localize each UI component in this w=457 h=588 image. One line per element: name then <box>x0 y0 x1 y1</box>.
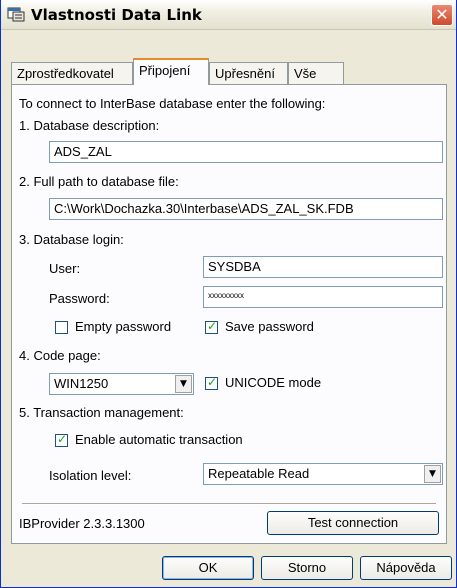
window-title: Vlastnosti Data Link <box>31 6 202 24</box>
title-bar[interactable]: Vlastnosti Data Link ✕ <box>1 0 456 30</box>
data-link-icon <box>7 7 25 22</box>
separator <box>22 503 436 505</box>
close-icon: ✕ <box>435 5 449 24</box>
codepage-value: WIN1250 <box>54 376 109 391</box>
unicode-checkbox[interactable]: ✓ <box>205 375 218 390</box>
path-input[interactable]: C:\Work\Dochazka.30\Interbase\ADS_ZAL_SK… <box>49 198 443 220</box>
path-label: 2. Full path to database file: <box>19 174 179 189</box>
empty-password-checkbox[interactable] <box>55 321 68 334</box>
tab-label: Upřesnění <box>215 66 275 81</box>
user-label: User: <box>49 261 81 276</box>
empty-password-label: Empty password <box>75 319 172 334</box>
help-button[interactable]: Nápověda <box>360 556 452 580</box>
intro-text: To connect to InterBase database enter t… <box>19 96 326 111</box>
ok-button[interactable]: OK <box>162 556 254 580</box>
cancel-button[interactable]: Storno <box>261 556 353 580</box>
chevron-down-icon[interactable]: ▼ <box>175 375 192 393</box>
tab-zprostredkovatel[interactable]: Zprostředkovatel <box>11 62 133 84</box>
provider-version: IBProvider 2.3.3.1300 <box>19 516 145 531</box>
unicode-label: UNICODE mode <box>225 375 322 390</box>
isolation-select[interactable]: Repeatable Read ▼ <box>203 463 443 485</box>
test-connection-button[interactable]: Test connection <box>267 511 439 535</box>
tab-pripojeni[interactable]: Připojení <box>133 58 209 85</box>
password-label: Password: <box>49 291 110 306</box>
codepage-select[interactable]: WIN1250 ▼ <box>49 373 194 395</box>
check-icon: ✓ <box>57 432 68 446</box>
tab-vse[interactable]: Vše <box>288 62 344 84</box>
user-input[interactable]: SYSDBA <box>203 256 443 278</box>
chevron-down-icon[interactable]: ▼ <box>424 465 441 483</box>
transaction-label: 5. Transaction management: <box>19 405 184 420</box>
tab-label: Vše <box>294 66 317 81</box>
check-icon: ✓ <box>207 375 218 389</box>
auto-transaction-label: Enable automatic transaction <box>75 432 243 447</box>
description-input[interactable]: ADS_ZAL <box>49 141 443 163</box>
check-icon: ✓ <box>207 319 218 333</box>
password-input[interactable]: xxxxxxxxx <box>203 286 443 308</box>
dialog-window: Vlastnosti Data Link ✕ Zprostředkovatel … <box>0 0 457 588</box>
auto-transaction-checkbox[interactable]: ✓ <box>55 432 68 447</box>
isolation-label: Isolation level: <box>49 468 132 483</box>
description-label: 1. Database description: <box>19 118 160 133</box>
save-password-checkbox[interactable]: ✓ <box>205 319 218 334</box>
login-label: 3. Database login: <box>19 232 124 247</box>
connection-panel: To connect to InterBase database enter t… <box>11 84 447 544</box>
tab-upresneni[interactable]: Upřesnění <box>209 62 288 84</box>
codepage-label: 4. Code page: <box>19 348 101 363</box>
tab-label: Zprostředkovatel <box>17 66 114 81</box>
tab-label: Připojení <box>139 63 191 78</box>
isolation-value: Repeatable Read <box>208 466 310 481</box>
save-password-label: Save password <box>225 319 314 334</box>
close-button[interactable]: ✕ <box>431 4 453 26</box>
